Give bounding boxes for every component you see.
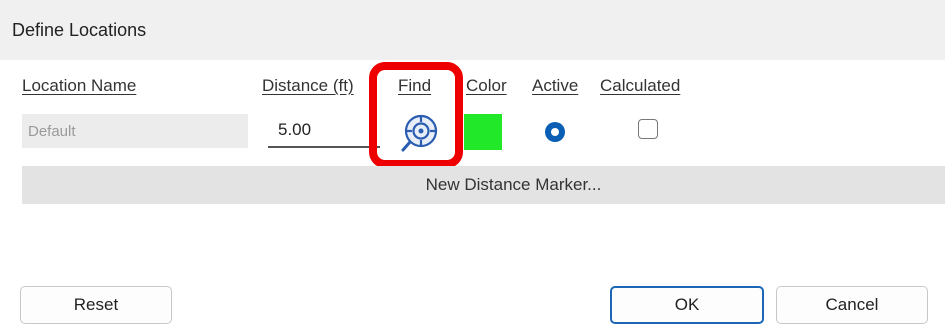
locate-crosshair-icon bbox=[401, 114, 438, 152]
column-header-find[interactable]: Find bbox=[398, 76, 431, 96]
active-radio[interactable] bbox=[545, 122, 565, 142]
column-header-location-name[interactable]: Location Name bbox=[22, 76, 136, 96]
find-button[interactable] bbox=[392, 108, 448, 158]
column-header-color[interactable]: Color bbox=[466, 76, 507, 96]
dialog-titlebar: Define Locations bbox=[0, 0, 945, 60]
location-name-value: Default bbox=[28, 122, 76, 140]
column-header-distance[interactable]: Distance (ft) bbox=[262, 76, 354, 96]
location-name-field[interactable]: Default bbox=[22, 114, 248, 148]
color-swatch[interactable] bbox=[464, 114, 502, 150]
distance-input[interactable] bbox=[268, 114, 380, 148]
column-header-active[interactable]: Active bbox=[532, 76, 578, 96]
cancel-button[interactable]: Cancel bbox=[776, 286, 928, 324]
calculated-checkbox[interactable] bbox=[638, 119, 658, 139]
dialog-title: Define Locations bbox=[12, 20, 147, 40]
column-header-calculated[interactable]: Calculated bbox=[600, 76, 680, 96]
ok-button[interactable]: OK bbox=[610, 286, 764, 324]
new-distance-marker-button[interactable]: New Distance Marker... bbox=[22, 166, 945, 204]
reset-button[interactable]: Reset bbox=[20, 286, 172, 324]
active-radio-dot bbox=[551, 128, 559, 136]
